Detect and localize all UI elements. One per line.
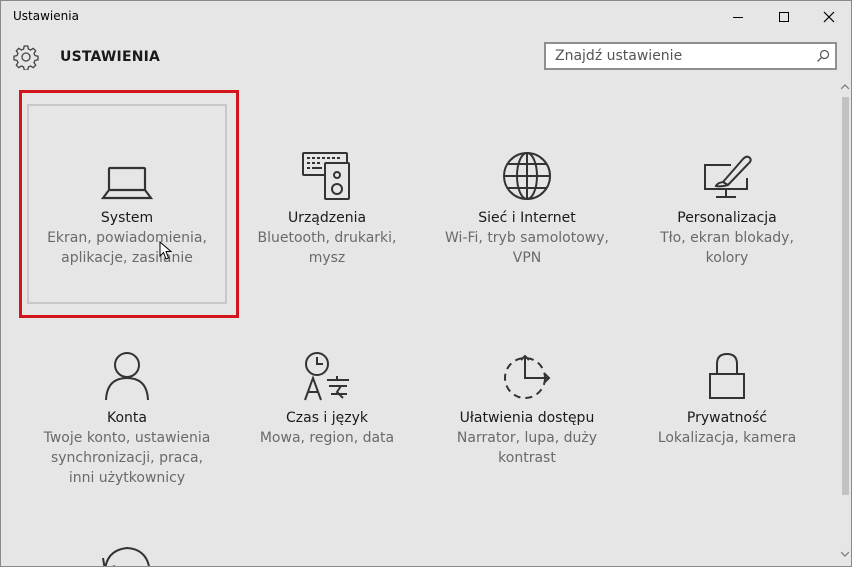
- minimize-button[interactable]: [715, 1, 761, 33]
- search-box[interactable]: [544, 42, 837, 70]
- tile-desc-line: mysz: [308, 250, 346, 266]
- tile-desc-line: Twoje konto, ustawienia: [43, 430, 211, 446]
- settings-header: USTAWIENIA: [1, 37, 851, 81]
- tile-title: Urządzenia: [287, 210, 367, 226]
- devices-icon: [302, 152, 350, 200]
- minimize-icon: [733, 17, 743, 18]
- mouse-cursor-icon: [159, 241, 173, 260]
- title-bar[interactable]: Ustawienia: [1, 1, 851, 33]
- tile-desc-line: synchronizacji, praca,: [50, 450, 204, 466]
- tile-title: Prywatność: [686, 410, 768, 426]
- tile-desc-line: kolory: [705, 250, 749, 266]
- ease-of-access-icon: [504, 354, 551, 399]
- tile-accounts[interactable]: Konta Twoje konto, ustawienia synchroniz…: [32, 346, 222, 488]
- window-title: Ustawienia: [13, 9, 79, 23]
- tile-desc-line: Wi-Fi, tryb samolotowy,: [445, 230, 609, 246]
- search-input[interactable]: [555, 48, 810, 64]
- scrollbar-thumb[interactable]: [842, 97, 849, 495]
- scroll-down-icon[interactable]: [841, 551, 849, 557]
- maximize-icon: [779, 12, 789, 22]
- tile-desc-line: VPN: [512, 250, 542, 266]
- lock-icon: [709, 352, 745, 399]
- tile-title: Sieć i Internet: [478, 210, 576, 226]
- globe-icon: [503, 152, 551, 200]
- person-icon: [105, 352, 149, 401]
- tile-desc-line: Narrator, lupa, duży: [456, 430, 598, 446]
- time-language-icon: [304, 352, 349, 401]
- tile-title: Czas i język: [285, 410, 369, 426]
- vertical-scrollbar[interactable]: [839, 81, 851, 566]
- tile-network[interactable]: Sieć i Internet Wi-Fi, tryb samolotowy, …: [432, 146, 622, 268]
- close-button[interactable]: [806, 1, 851, 33]
- tile-title: Ułatwienia dostępu: [459, 410, 595, 426]
- tile-personalization[interactable]: Personalizacja Tło, ekran blokady, kolor…: [632, 146, 822, 268]
- gear-icon: [13, 45, 39, 70]
- search-icon[interactable]: [816, 49, 830, 63]
- tile-privacy[interactable]: Prywatność Lokalizacja, kamera: [632, 346, 822, 448]
- tile-desc-line: kontrast: [498, 450, 556, 466]
- tile-title: Personalizacja: [677, 210, 777, 226]
- tile-desc-line: Mowa, region, data: [259, 430, 395, 446]
- tile-title: Konta: [107, 410, 147, 426]
- tile-time-language[interactable]: Czas i język Mowa, region, data: [232, 346, 422, 448]
- maximize-button[interactable]: [761, 1, 807, 33]
- highlight-frame: [19, 90, 239, 318]
- tile-desc-line: inni użytkownicy: [68, 470, 186, 486]
- settings-window: Ustawienia USTAWIENIA Znajdź ustawienie …: [0, 0, 852, 567]
- close-icon: [823, 11, 835, 23]
- tile-desc-line: Lokalizacja, kamera: [657, 430, 797, 446]
- tile-devices[interactable]: Urządzenia Bluetooth, drukarki, mysz: [232, 146, 422, 268]
- tile-ease-of-access[interactable]: Ułatwienia dostępu Narrator, lupa, duży …: [432, 346, 622, 468]
- scroll-up-icon[interactable]: [841, 84, 849, 90]
- update-security-icon[interactable]: [101, 544, 153, 567]
- personalization-icon: [704, 155, 752, 198]
- page-title: USTAWIENIA: [60, 49, 161, 65]
- tile-desc-line: Bluetooth, drukarki,: [257, 230, 397, 246]
- tile-desc-line: Tło, ekran blokady,: [660, 230, 794, 246]
